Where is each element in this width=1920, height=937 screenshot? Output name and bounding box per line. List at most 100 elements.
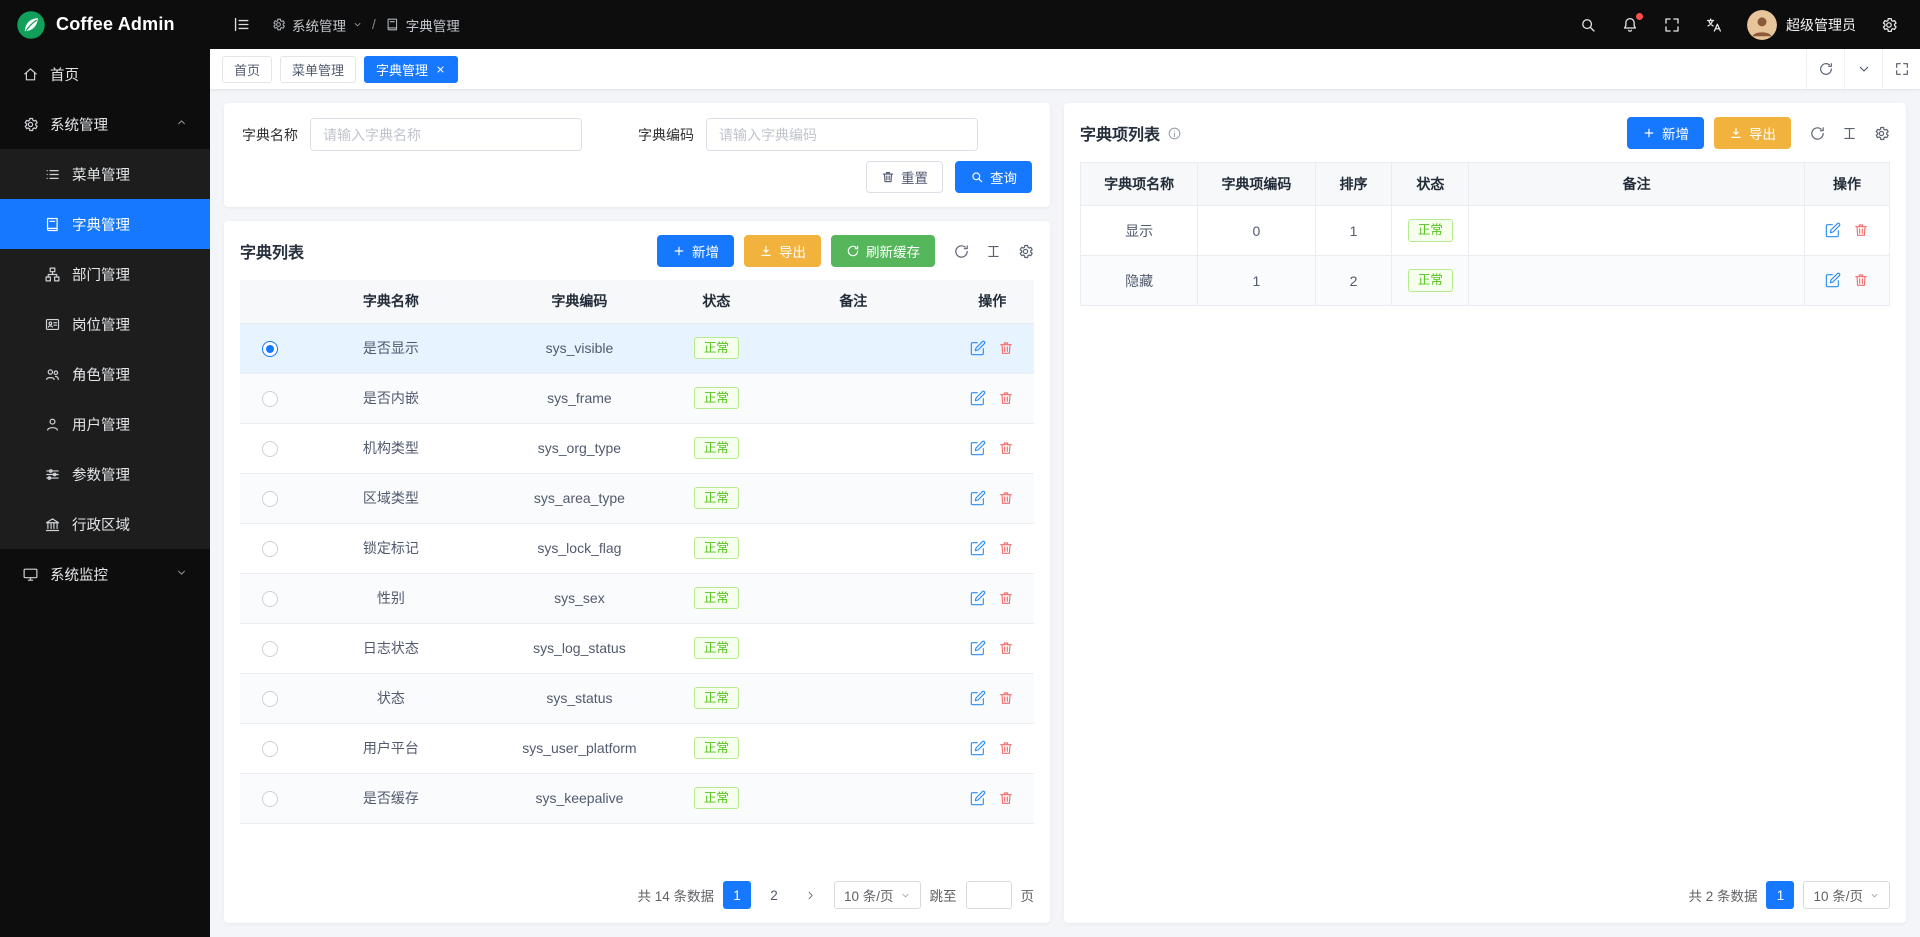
export-dict-item-button[interactable]: 导出 — [1714, 117, 1791, 149]
sidebar-item-menu-mgmt[interactable]: 菜单管理 — [0, 149, 210, 199]
language-button[interactable] — [1705, 16, 1723, 34]
delete-button[interactable] — [994, 688, 1018, 708]
edit-button[interactable] — [966, 638, 990, 658]
settings-button[interactable] — [1880, 16, 1898, 34]
refresh-tab-button[interactable] — [1806, 49, 1844, 89]
row-radio[interactable] — [262, 341, 278, 357]
table-row[interactable]: 性别 sys_sex 正常 — [240, 573, 1034, 623]
tab-home[interactable]: 首页 — [222, 56, 272, 83]
row-radio[interactable] — [262, 491, 278, 507]
page-size-select[interactable]: 10 条/页 — [834, 881, 921, 909]
edit-button[interactable] — [966, 788, 990, 808]
row-radio[interactable] — [262, 791, 278, 807]
delete-button[interactable] — [1849, 220, 1873, 240]
table-row[interactable]: 是否显示 sys_visible 正常 — [240, 323, 1034, 373]
delete-button[interactable] — [994, 438, 1018, 458]
add-dict-button[interactable]: 新增 — [657, 235, 734, 267]
table-row[interactable]: 是否内嵌 sys_frame 正常 — [240, 373, 1034, 423]
sidebar-item-role-mgmt[interactable]: 角色管理 — [0, 349, 210, 399]
delete-button[interactable] — [994, 738, 1018, 758]
tab-menu-mgmt[interactable]: 菜单管理 — [280, 56, 356, 83]
sidebar-item-param-mgmt[interactable]: 参数管理 — [0, 449, 210, 499]
table-row[interactable]: 用户平台 sys_user_platform 正常 — [240, 723, 1034, 773]
delete-button[interactable] — [1849, 270, 1873, 290]
notifications-button[interactable] — [1621, 16, 1639, 34]
row-radio[interactable] — [262, 391, 278, 407]
edit-button[interactable] — [966, 488, 990, 508]
add-dict-item-button[interactable]: 新增 — [1627, 117, 1704, 149]
sidebar-item-home[interactable]: 首页 — [0, 49, 210, 99]
delete-button[interactable] — [994, 538, 1018, 558]
page-button-1[interactable]: 1 — [1766, 881, 1794, 909]
refresh-cache-button[interactable]: 刷新缓存 — [831, 235, 935, 267]
row-radio[interactable] — [262, 691, 278, 707]
query-button[interactable]: 查询 — [955, 161, 1032, 193]
sidebar-item-dept-mgmt[interactable]: 部门管理 — [0, 249, 210, 299]
table-row[interactable]: 状态 sys_status 正常 — [240, 673, 1034, 723]
dict-name-input[interactable] — [310, 118, 582, 151]
page-button-1[interactable]: 1 — [723, 881, 751, 909]
sidebar-item-dict-mgmt[interactable]: 字典管理 — [0, 199, 210, 249]
page-jump-input[interactable] — [966, 881, 1012, 909]
table-refresh-button[interactable] — [953, 243, 970, 260]
delete-button[interactable] — [994, 338, 1018, 358]
row-radio[interactable] — [262, 541, 278, 557]
table-row[interactable]: 区域类型 sys_area_type 正常 — [240, 473, 1034, 523]
edit-button[interactable] — [966, 688, 990, 708]
table-row[interactable]: 机构类型 sys_org_type 正常 — [240, 423, 1034, 473]
edit-button[interactable] — [966, 738, 990, 758]
global-search-button[interactable] — [1579, 16, 1597, 34]
edit-button[interactable] — [966, 588, 990, 608]
table-row[interactable]: 隐藏 1 2 正常 — [1081, 256, 1890, 306]
export-dict-button[interactable]: 导出 — [744, 235, 821, 267]
sidebar-item-system-monitor[interactable]: 系统监控 — [0, 549, 210, 599]
jump-label: 跳至 — [930, 885, 957, 905]
table-refresh-button[interactable] — [1809, 125, 1826, 142]
table-row[interactable]: 锁定标记 sys_lock_flag 正常 — [240, 523, 1034, 573]
sidebar-item-user-mgmt[interactable]: 用户管理 — [0, 399, 210, 449]
table-settings-button[interactable] — [1873, 125, 1890, 142]
info-icon[interactable] — [1167, 126, 1182, 141]
row-radio[interactable] — [262, 741, 278, 757]
dict-code-cell: sys_visible — [482, 323, 677, 373]
delete-button[interactable] — [994, 488, 1018, 508]
tab-dict-mgmt[interactable]: 字典管理 — [364, 56, 458, 83]
breadcrumb-dict-mgmt[interactable]: 字典管理 — [385, 15, 460, 35]
row-radio[interactable] — [262, 441, 278, 457]
sidebar-item-post-mgmt[interactable]: 岗位管理 — [0, 299, 210, 349]
delete-button[interactable] — [994, 588, 1018, 608]
reset-button[interactable]: 重置 — [866, 161, 943, 193]
breadcrumb-system-mgmt[interactable]: 系统管理 — [271, 15, 363, 35]
close-icon[interactable] — [435, 64, 446, 75]
delete-button[interactable] — [994, 638, 1018, 658]
table-settings-button[interactable] — [1017, 243, 1034, 260]
delete-button[interactable] — [994, 788, 1018, 808]
column-settings-button[interactable] — [1841, 125, 1858, 142]
edit-button[interactable] — [966, 338, 990, 358]
row-radio[interactable] — [262, 641, 278, 657]
user-menu[interactable]: 超级管理员 — [1747, 10, 1856, 40]
remark-cell — [1469, 256, 1805, 306]
table-row[interactable]: 显示 0 1 正常 — [1081, 206, 1890, 256]
sidebar-item-system-mgmt[interactable]: 系统管理 — [0, 99, 210, 149]
edit-button[interactable] — [966, 438, 990, 458]
sidebar-item-region-mgmt[interactable]: 行政区域 — [0, 499, 210, 549]
fullscreen-button[interactable] — [1663, 16, 1681, 34]
edit-button[interactable] — [1821, 270, 1845, 290]
column-settings-button[interactable] — [985, 243, 1002, 260]
edit-button[interactable] — [966, 538, 990, 558]
delete-button[interactable] — [994, 388, 1018, 408]
table-row[interactable]: 日志状态 sys_log_status 正常 — [240, 623, 1034, 673]
page-size-select[interactable]: 10 条/页 — [1803, 881, 1890, 909]
tab-options-button[interactable] — [1844, 49, 1882, 89]
sidebar-toggle-button[interactable] — [232, 15, 251, 34]
page-button-2[interactable]: 2 — [760, 881, 788, 909]
row-radio[interactable] — [262, 591, 278, 607]
edit-button[interactable] — [1821, 220, 1845, 240]
dict-code-input[interactable] — [706, 118, 978, 151]
edit-button[interactable] — [966, 388, 990, 408]
content-fullscreen-button[interactable] — [1882, 49, 1920, 89]
table-row[interactable]: 是否缓存 sys_keepalive 正常 — [240, 773, 1034, 823]
next-page-button[interactable] — [797, 881, 825, 909]
remark-cell — [756, 623, 951, 673]
